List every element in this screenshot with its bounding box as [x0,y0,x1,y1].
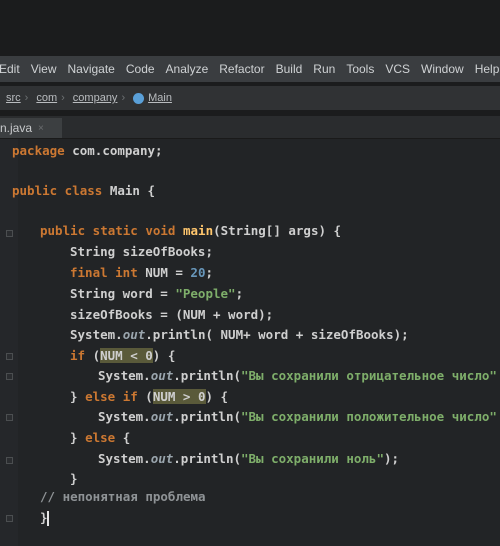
menu-code[interactable]: Code [126,62,155,76]
code-line-12: System.out.println("Вы сохранили положит… [98,409,497,424]
chevron-right-icon: › [24,92,29,104]
menu-window[interactable]: Window [421,62,464,76]
code-line-7: sizeOfBooks = (NUM + word); [70,307,274,322]
menu-help[interactable]: Help [475,62,500,76]
fold-icon[interactable] [6,373,13,380]
code-line-13: } else { [70,430,131,445]
tab-label: n.java [0,121,33,135]
menu-bar: Edit View Navigate Code Analyze Refactor… [0,56,500,82]
code-line-4: String sizeOfBooks; [70,244,213,259]
code-line-6: String word = "People"; [70,286,244,301]
menu-navigate[interactable]: Navigate [67,62,114,76]
breadcrumb: src › com › company › Main [0,86,500,110]
code-comment-line: // непонятная проблема [40,489,206,504]
menu-edit[interactable]: Edit [0,62,20,76]
breadcrumb-company[interactable]: company [73,92,118,104]
menu-build[interactable]: Build [276,62,303,76]
chevron-right-icon: › [121,92,126,104]
breadcrumb-main[interactable]: Main [148,92,172,104]
tab-main-java[interactable]: n.java × [0,118,62,138]
code-line-10: System.out.println("Вы сохранили отрицат… [98,368,497,383]
fold-icon[interactable] [6,353,13,360]
code-line-1: package com.company; [12,143,163,158]
code-line-2: public class Main { [12,183,155,198]
menu-tools[interactable]: Tools [346,62,374,76]
menu-vcs[interactable]: VCS [385,62,410,76]
code-line-3: public static void main(String[] args) { [40,223,342,238]
code-line-5: final int NUM = 20; [70,265,214,280]
fold-icon[interactable] [6,457,13,464]
code-line-11: } else if (NUM > 0) { [70,389,229,404]
menu-refactor[interactable]: Refactor [219,62,264,76]
code-line-8: System.out.println( NUM+ word + sizeOfBo… [70,327,409,342]
breadcrumb-src[interactable]: src [6,92,21,104]
menu-analyze[interactable]: Analyze [166,62,209,76]
text-caret [47,511,49,526]
code-line-9: if (NUM < 0) { [70,348,176,363]
fold-icon[interactable] [6,515,13,522]
breadcrumb-com[interactable]: com [36,92,57,104]
chevron-right-icon: › [61,92,65,104]
menu-run[interactable]: Run [313,62,335,76]
code-line-15: } [70,471,78,486]
class-icon [133,92,145,104]
close-icon[interactable]: × [38,123,44,134]
fold-icon[interactable] [6,414,13,421]
menu-view[interactable]: View [31,62,57,76]
code-editor[interactable]: package com.company; public class Main {… [0,139,500,546]
editor-tab-bar: n.java × [0,116,500,139]
fold-icon[interactable] [6,230,13,237]
code-line-14: System.out.println("Вы сохранили ноль"); [98,451,400,466]
